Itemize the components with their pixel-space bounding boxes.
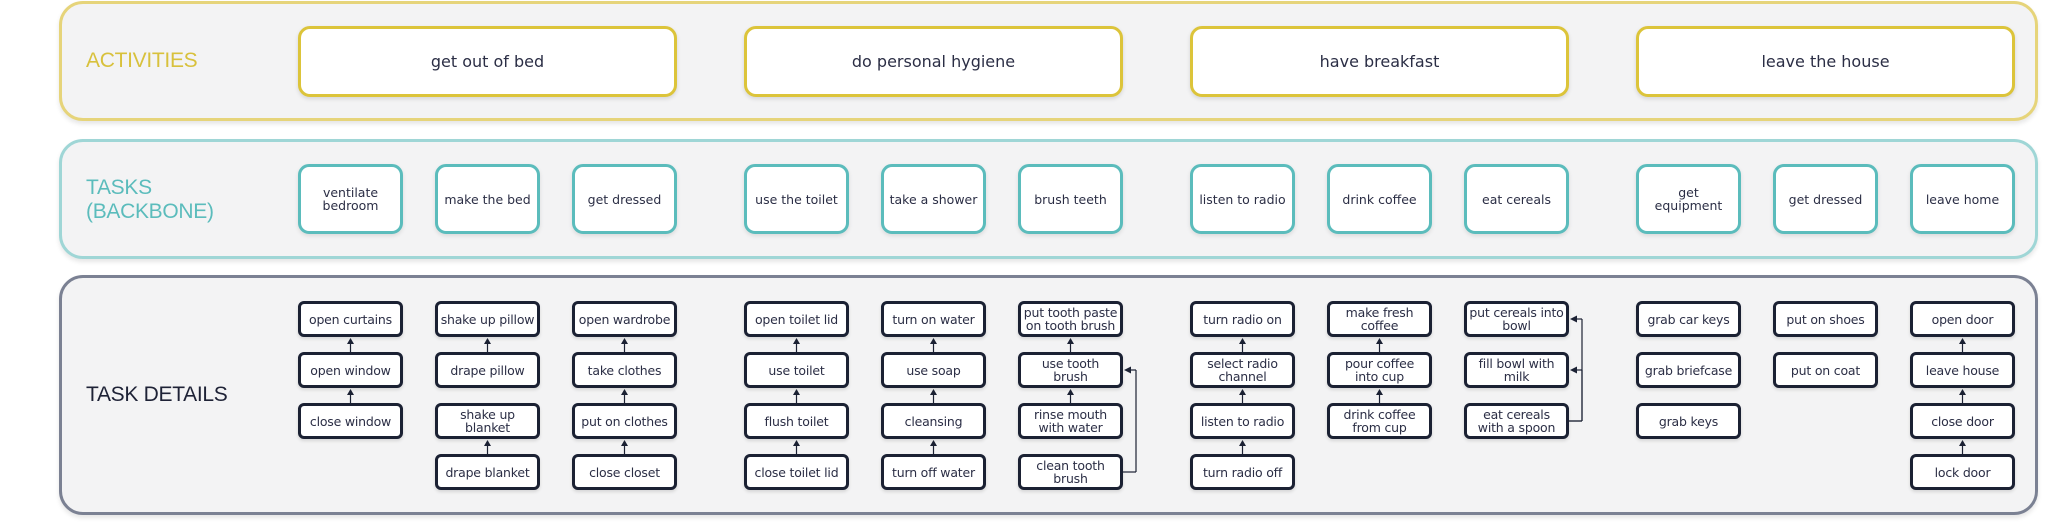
task-detail-card[interactable]: turn off water [881, 454, 986, 490]
task-detail-card[interactable]: use toilet [744, 352, 849, 388]
task-card[interactable]: take a shower [881, 164, 986, 234]
task-details-row-label: TASK DETAILS [86, 383, 228, 406]
task-detail-card[interactable]: close window [298, 403, 403, 439]
task-card[interactable]: ventilate bedroom [298, 164, 403, 234]
task-detail-card[interactable]: open curtains [298, 301, 403, 337]
task-detail-card[interactable]: drape pillow [435, 352, 540, 388]
task-card[interactable]: listen to radio [1190, 164, 1295, 234]
task-detail-card[interactable]: open toilet lid [744, 301, 849, 337]
task-detail-card[interactable]: open wardrobe [572, 301, 677, 337]
task-detail-card[interactable]: use soap [881, 352, 986, 388]
task-card[interactable]: make the bed [435, 164, 540, 234]
task-detail-card[interactable]: close toilet lid [744, 454, 849, 490]
task-detail-card[interactable]: flush toilet [744, 403, 849, 439]
task-detail-card[interactable]: cleansing [881, 403, 986, 439]
task-detail-card[interactable]: turn radio off [1190, 454, 1295, 490]
task-detail-card[interactable]: drink coffee from cup [1327, 403, 1432, 439]
task-detail-card[interactable]: open door [1910, 301, 2015, 337]
task-detail-card[interactable]: leave house [1910, 352, 2015, 388]
task-detail-card[interactable]: select radio channel [1190, 352, 1295, 388]
task-detail-card[interactable]: fill bowl with milk [1464, 352, 1569, 388]
task-detail-card[interactable]: clean tooth brush [1018, 454, 1123, 490]
activity-card[interactable]: get out of bed [298, 26, 677, 97]
task-card[interactable]: drink coffee [1327, 164, 1432, 234]
task-detail-card[interactable]: rinse mouth with water [1018, 403, 1123, 439]
activity-card[interactable]: leave the house [1636, 26, 2015, 97]
task-detail-card[interactable]: shake up pillow [435, 301, 540, 337]
task-detail-card[interactable]: close closet [572, 454, 677, 490]
task-detail-card[interactable]: eat cereals with a spoon [1464, 403, 1569, 439]
task-detail-card[interactable]: put cereals into bowl [1464, 301, 1569, 337]
task-detail-card[interactable]: grab car keys [1636, 301, 1741, 337]
task-detail-card[interactable]: put tooth paste on tooth brush [1018, 301, 1123, 337]
task-card[interactable]: leave home [1910, 164, 2015, 234]
task-detail-card[interactable]: turn radio on [1190, 301, 1295, 337]
activity-card[interactable]: have breakfast [1190, 26, 1569, 97]
task-detail-card[interactable]: grab briefcase [1636, 352, 1741, 388]
task-detail-card[interactable]: grab keys [1636, 403, 1741, 439]
task-card[interactable]: get dressed [572, 164, 677, 234]
task-card[interactable]: use the toilet [744, 164, 849, 234]
task-card[interactable]: brush teeth [1018, 164, 1123, 234]
task-detail-card[interactable]: listen to radio [1190, 403, 1295, 439]
task-detail-card[interactable]: put on clothes [572, 403, 677, 439]
activity-card[interactable]: do personal hygiene [744, 26, 1123, 97]
task-detail-card[interactable]: pour coffee into cup [1327, 352, 1432, 388]
task-card[interactable]: eat cereals [1464, 164, 1569, 234]
activities-row-label: ACTIVITIES [86, 49, 198, 72]
task-card[interactable]: get dressed [1773, 164, 1878, 234]
task-detail-card[interactable]: take clothes [572, 352, 677, 388]
tasks-row-label: TASKS (BACKBONE) [86, 176, 214, 223]
task-detail-card[interactable]: turn on water [881, 301, 986, 337]
task-detail-card[interactable]: close door [1910, 403, 2015, 439]
task-detail-card[interactable]: use tooth brush [1018, 352, 1123, 388]
task-card[interactable]: get equipment [1636, 164, 1741, 234]
task-detail-card[interactable]: lock door [1910, 454, 2015, 490]
task-detail-card[interactable]: put on shoes [1773, 301, 1878, 337]
task-detail-card[interactable]: make fresh coffee [1327, 301, 1432, 337]
task-detail-card[interactable]: drape blanket [435, 454, 540, 490]
task-detail-card[interactable]: shake up blanket [435, 403, 540, 439]
task-detail-card[interactable]: put on coat [1773, 352, 1878, 388]
task-detail-card[interactable]: open window [298, 352, 403, 388]
